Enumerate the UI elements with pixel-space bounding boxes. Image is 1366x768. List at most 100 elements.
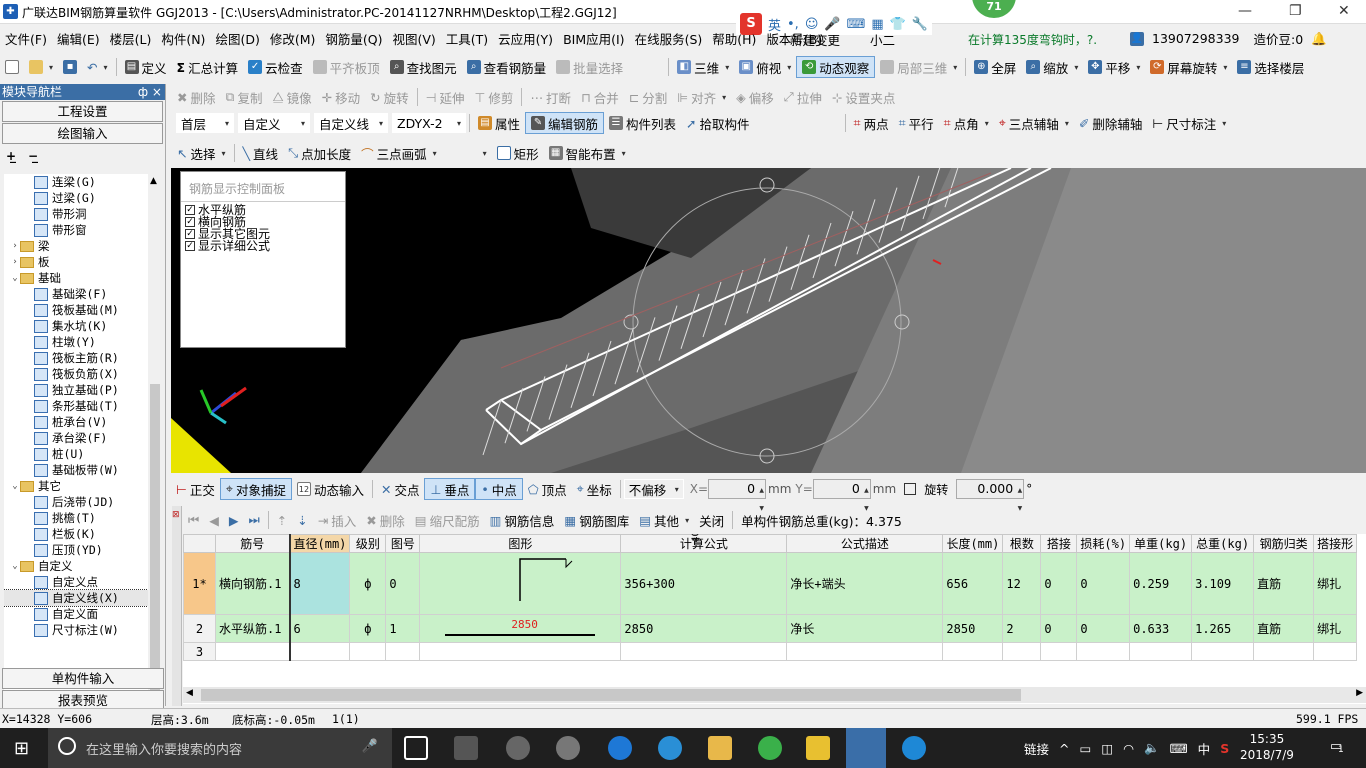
tree-item[interactable]: 条形基础(T) [4,398,148,414]
sogou-tray-icon[interactable]: S [1220,741,1229,756]
table-row[interactable]: 2 水平纵筋.1 6 ф 1 2850 2850 净长 2850 2 0 0 0… [183,614,1358,643]
formula-desc-cell[interactable]: 净长 [786,614,944,643]
category-select[interactable]: 自定义 ▾ [238,113,310,133]
properties-button[interactable]: ▤ 属性 [473,112,525,134]
stretch-button[interactable]: ⤢ 拉伸 [779,86,827,108]
menu-item[interactable]: 修改(M) [265,29,321,48]
tree-scrollbar[interactable]: ▲ ▼ [148,174,162,719]
menu-item[interactable]: 工具(T) [441,29,493,48]
grade-cell[interactable]: ф [349,552,387,615]
dynamic-input-button[interactable]: 12 动态输入 [292,478,369,500]
floor-select[interactable]: 首层 ▾ [176,113,234,133]
object-snap-button[interactable]: ⌖ 对象捕捉 [219,478,292,500]
extend-button[interactable]: ⊣ 延伸 [421,86,470,108]
tree-item[interactable]: 筏板负筋(X) [4,366,148,382]
lap-cell[interactable]: 0 [1040,552,1078,615]
move-up-icon[interactable]: ⇡ [272,509,292,531]
find-element-button[interactable]: ⌕ 查找图元 [385,56,462,78]
wifi-icon[interactable]: ◠ [1123,741,1134,756]
collapse-all-icon[interactable]: −̲ [28,149,38,163]
column-header[interactable]: 图号 [385,534,421,553]
shape-cell[interactable]: 260 40 356 [419,534,702,615]
tree-item[interactable]: ⌄ 自定义 [4,558,148,574]
row-header[interactable]: 1* [183,552,216,615]
unit-weight-cell[interactable]: 0.633 [1129,614,1193,643]
tree-item[interactable]: 集水坑(K) [4,318,148,334]
rotate-button[interactable]: ↻ 旋转 [365,86,414,108]
menu-item[interactable]: 视图(V) [387,29,440,48]
perpendicular-snap-button[interactable]: ⊥ 垂点 [424,478,476,500]
user-phone[interactable]: 13907298339 [1152,31,1239,46]
three-point-arc-button[interactable]: ⌒ 三点画弧 ▾ [356,142,442,164]
rebar-info-button[interactable]: ▥ 钢筋信息 [485,509,560,531]
column-header[interactable]: 图形 [419,534,622,553]
tree-item[interactable]: 过梁(G) [4,190,148,206]
keyboard-tray-icon[interactable]: ⌨ [1170,741,1188,756]
column-header[interactable]: 单重(kg) [1129,534,1193,553]
edge-icon[interactable] [608,736,632,760]
offset-mode-select[interactable]: 不偏移 ▾ [623,479,684,499]
tree-item[interactable]: 筏板基础(M) [4,302,148,318]
mic-taskbar-icon[interactable]: 🎤 [362,739,378,754]
battery-icon[interactable]: ▭ [1080,741,1092,756]
dimension-button[interactable]: ⊢ 尺寸标注 ▾ [1147,112,1231,134]
length-cell[interactable]: 2850 [942,614,1004,643]
formula-desc-cell[interactable]: 净长+端头 [786,552,944,615]
column-header[interactable]: 计算公式 [620,534,788,553]
ie-icon[interactable] [658,736,682,760]
row-header[interactable]: 3 [183,642,216,661]
taskbar-search[interactable]: 在这里输入你要搜索的内容 🎤 [48,728,392,768]
lap-type-cell[interactable]: 绑扎 [1313,552,1358,615]
tree-item[interactable]: 柱墩(Y) [4,334,148,350]
tree-item[interactable]: 压顶(YD) [4,542,148,558]
figure-number-cell[interactable]: 0 [385,552,421,615]
new-change-menu[interactable]: 新建变更 [790,30,840,49]
cloud-check-button[interactable]: ✓ 云检查 [243,56,308,78]
menu-item[interactable]: 编辑(E) [52,29,105,48]
glodon-g-icon[interactable] [902,736,926,760]
new-file-icon[interactable] [0,56,24,78]
align-button[interactable]: ⊫ 对齐 ▾ [672,86,731,108]
tree-expand-icon[interactable]: › [10,241,20,251]
column-header[interactable]: 钢筋归类 [1253,534,1315,553]
first-record-icon[interactable]: ⏮ [183,509,204,531]
rebar-library-button[interactable]: ▦ 钢筋图库 [559,509,634,531]
tree-item[interactable]: 承台梁(F) [4,430,148,446]
grid-close-icon[interactable]: ⊠ [172,510,180,520]
length-cell[interactable]: 656 [942,552,1004,615]
rect-button[interactable]: 矩形 [492,142,544,164]
rotate-input[interactable]: 0.000 ▲ ▼ [956,479,1025,512]
insert-button[interactable]: ⇥ 插入 [313,509,362,531]
column-header[interactable]: 损耗(%) [1076,534,1131,553]
menu-item[interactable]: 文件(F) [0,29,52,48]
total-weight-cell[interactable]: 1.265 [1191,614,1255,643]
break-button[interactable]: ⋯ 打断 [525,86,576,108]
undo-icon[interactable]: ↶ ▾ [82,56,113,78]
rotate-checkbox[interactable] [904,483,917,495]
view-rebar-button[interactable]: ⌕ 查看钢筋量 [462,56,552,78]
single-input-button[interactable]: 单构件输入 [2,668,164,689]
tree-item[interactable]: 桩承台(V) [4,414,148,430]
move-down-icon[interactable]: ⇣ [292,509,312,531]
count-cell[interactable]: 12 [1002,552,1042,615]
column-header[interactable]: 筋号 [215,534,290,553]
tree-item[interactable]: › 板 [4,254,148,270]
scroll-thumb[interactable] [150,384,160,714]
app-fan-icon[interactable] [454,736,478,760]
menu-item[interactable]: 构件(N) [156,29,210,48]
line-button[interactable]: ╲ 直线 [238,142,284,164]
mirror-button[interactable]: ⧋ 镜像 [267,86,316,108]
3d-scene[interactable] [171,168,1366,473]
tree-item[interactable]: 独立基础(P) [4,382,148,398]
ortho-button[interactable]: ⊢ 正交 [171,478,220,500]
select-floor-button[interactable]: ≡ 选择楼层 [1232,56,1309,78]
tree-item[interactable]: 基础梁(F) [4,286,148,302]
grid-delete-button[interactable]: ✖ 删除 [361,509,410,531]
windows-start-icon[interactable]: ⊞ [14,738,29,759]
formula-cell[interactable]: 356+300 [620,552,788,615]
menu-item[interactable]: 帮助(H) [707,29,761,48]
tree-item[interactable]: 挑檐(T) [4,510,148,526]
loss-cell[interactable]: 0 [1076,614,1131,643]
category-cell[interactable]: 直筋 [1253,552,1315,615]
figure-number-cell[interactable]: 1 [385,614,421,643]
